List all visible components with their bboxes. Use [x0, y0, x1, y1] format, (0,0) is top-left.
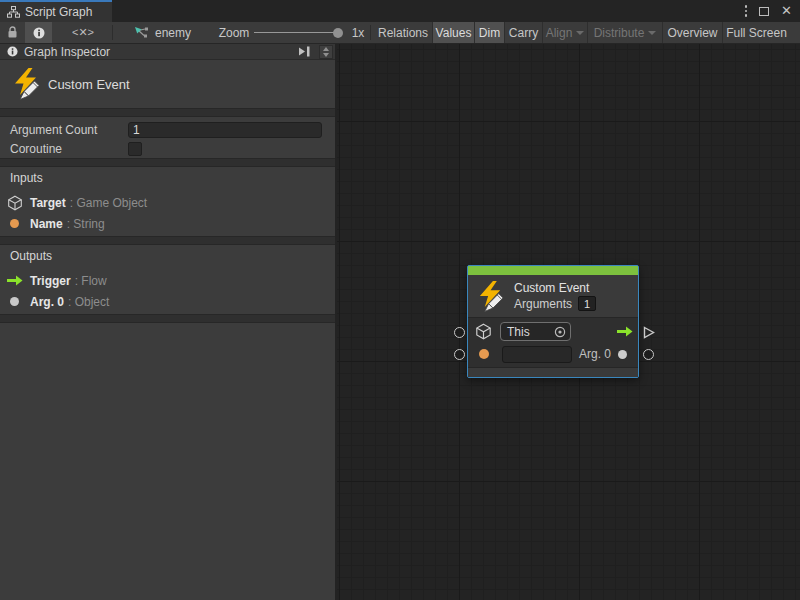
lock-button[interactable] [0, 22, 25, 43]
output-port-trigger[interactable] [643, 326, 655, 339]
distribute-button[interactable]: Distribute [587, 22, 662, 43]
align-button[interactable]: Align [542, 22, 587, 43]
node-accent-bar [468, 266, 638, 275]
title-bar: Script Graph ✕ [0, 0, 800, 22]
graph-breadcrumb[interactable]: enemy [134, 22, 194, 43]
dock-icon[interactable] [298, 46, 311, 57]
zoom-slider-knob[interactable] [333, 28, 343, 38]
scroll-spinner[interactable] [319, 45, 333, 59]
object-port-icon [618, 350, 627, 359]
tab-script-graph[interactable]: Script Graph [0, 0, 112, 22]
overview-button[interactable]: Overview [662, 22, 722, 43]
script-graph-icon [134, 26, 149, 39]
output-row-trigger: Trigger : Flow [0, 270, 335, 291]
zoom-label: Zoom [218, 22, 250, 43]
object-picker-icon[interactable] [554, 326, 566, 338]
code-icon: <✕> [72, 26, 94, 39]
input-port-flow[interactable] [454, 327, 465, 338]
graph-toolbar: <✕> enemy Zoom 1x Relations Values Dim C… [0, 22, 800, 44]
info-button[interactable] [25, 22, 52, 43]
tab-label: Script Graph [25, 5, 92, 19]
string-port-icon [10, 219, 19, 228]
event-title: Custom Event [48, 77, 130, 92]
dropdown-arrow-icon [576, 31, 584, 35]
node-header[interactable]: Custom Event Arguments 1 [468, 275, 638, 318]
zoom-value: 1x [348, 22, 368, 43]
graph-inspector-header[interactable]: Graph Inspector [0, 44, 335, 60]
string-port-icon [479, 349, 489, 359]
node-arguments-input[interactable]: 1 [578, 296, 596, 311]
flow-arrow-icon [617, 326, 633, 337]
graph-name: enemy [155, 26, 191, 40]
inspector-title: Graph Inspector [24, 45, 110, 59]
values-button[interactable]: Values [432, 22, 474, 43]
input-row-target: Target : Game Object [0, 192, 335, 213]
event-title-block: Custom Event [0, 60, 335, 108]
cube-icon [475, 323, 492, 340]
outputs-section: Outputs Trigger : Flow Arg. 0 : Object [0, 245, 335, 312]
info-icon [33, 27, 45, 39]
carry-button[interactable]: Carry [504, 22, 542, 43]
zoom-slider-track[interactable] [254, 32, 342, 33]
fullscreen-button[interactable]: Full Screen [722, 22, 790, 43]
node-title: Custom Event [514, 281, 596, 295]
target-object-field[interactable]: This [500, 322, 571, 341]
node-arguments-label: Arguments [514, 297, 572, 311]
outputs-heading: Outputs [0, 248, 335, 264]
custom-event-node[interactable]: Custom Event Arguments 1 This [467, 265, 639, 378]
inputs-heading: Inputs [0, 170, 335, 186]
inputs-section: Inputs Target : Game Object Name : Strin… [0, 167, 335, 234]
output-port-arg0[interactable] [643, 349, 654, 360]
graph-inspector-panel: Graph Inspector Custom Event Argument Co… [0, 44, 337, 600]
input-row-name: Name : String [0, 213, 335, 234]
object-port-icon [10, 297, 19, 306]
input-port-name[interactable] [454, 349, 465, 360]
custom-event-icon [478, 281, 505, 312]
graph-hierarchy-icon [7, 6, 20, 18]
lock-icon [7, 26, 18, 39]
toolbar-buttons: Relations Values Dim Carry Align Distrib… [374, 22, 790, 43]
coroutine-checkbox[interactable] [128, 142, 142, 156]
info-icon [7, 46, 18, 57]
name-input-field[interactable] [502, 346, 572, 363]
argument-count-input[interactable]: 1 [128, 122, 322, 138]
dropdown-arrow-icon [648, 31, 656, 35]
cube-icon [7, 195, 23, 211]
flow-arrow-icon [7, 275, 23, 286]
dim-button[interactable]: Dim [474, 22, 504, 43]
custom-event-icon [13, 68, 41, 100]
window-menu-icon[interactable] [745, 5, 748, 17]
node-footer [468, 367, 638, 377]
window-close-icon[interactable]: ✕ [781, 6, 792, 16]
argument-count-label: Argument Count [10, 123, 128, 137]
node-arg0-label: Arg. 0 [579, 347, 611, 361]
graph-canvas[interactable]: Custom Event Arguments 1 This [337, 44, 800, 600]
window-maximize-icon[interactable] [759, 7, 769, 16]
output-row-arg0: Arg. 0 : Object [0, 291, 335, 312]
relations-button[interactable]: Relations [374, 22, 432, 43]
coroutine-label: Coroutine [10, 142, 128, 156]
code-view-button[interactable]: <✕> [64, 22, 102, 43]
